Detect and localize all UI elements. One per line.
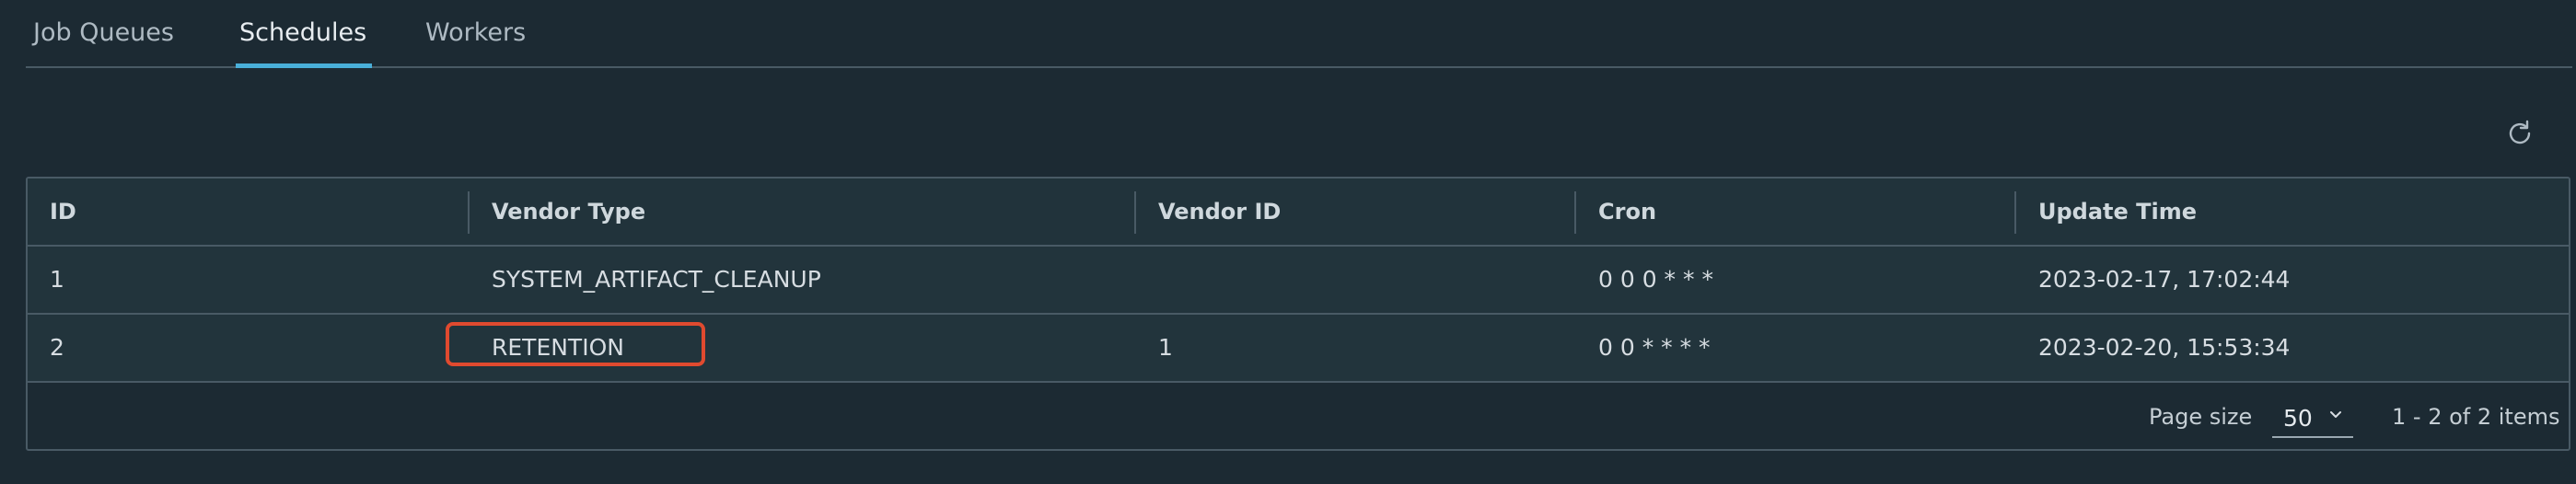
cell-update-time: 2023-02-17, 17:02:44 <box>2038 266 2291 293</box>
schedules-page: Job Queues Schedules Workers ID Vendor T… <box>0 0 2576 484</box>
tab-bar: Job Queues Schedules Workers <box>26 0 2572 68</box>
cell-vendor-id: 1 <box>1158 334 1173 361</box>
column-separator[interactable] <box>2014 191 2016 234</box>
chevron-down-icon <box>2330 411 2341 418</box>
refresh-icon <box>2509 120 2531 144</box>
cell-cron: 0 0 0 * * * <box>1598 266 1713 293</box>
column-header-cron[interactable]: Cron <box>1598 179 1656 245</box>
column-header-vendor-id[interactable]: Vendor ID <box>1158 179 1281 245</box>
column-separator[interactable] <box>468 191 470 234</box>
tab-schedules[interactable]: Schedules <box>239 18 366 47</box>
page-size-value: 50 <box>2283 405 2313 432</box>
column-header-id[interactable]: ID <box>50 179 76 245</box>
column-separator[interactable] <box>1574 191 1576 234</box>
cell-vendor-type: RETENTION <box>492 334 624 361</box>
refresh-button[interactable] <box>2504 118 2535 149</box>
cell-vendor-type: SYSTEM_ARTIFACT_CLEANUP <box>492 266 821 293</box>
column-header-update-time[interactable]: Update Time <box>2038 179 2197 245</box>
table-row[interactable]: 1 SYSTEM_ARTIFACT_CLEANUP 0 0 0 * * * 20… <box>28 247 2569 315</box>
table-row[interactable]: 2 RETENTION 1 0 0 * * * * 2023-02-20, 15… <box>28 315 2569 383</box>
page-size-label: Page size <box>2149 404 2253 430</box>
column-header-vendor-type[interactable]: Vendor Type <box>492 179 645 245</box>
schedules-datagrid: ID Vendor Type Vendor ID Cron Update Tim… <box>26 177 2570 451</box>
cell-id: 2 <box>50 334 64 361</box>
cell-id: 1 <box>50 266 64 293</box>
page-size-select[interactable]: 50 <box>2272 396 2353 438</box>
pagination-info: 1 - 2 of 2 items <box>2392 404 2560 430</box>
tab-job-queues[interactable]: Job Queues <box>33 18 174 47</box>
table-header-row: ID Vendor Type Vendor ID Cron Update Tim… <box>28 179 2569 247</box>
datagrid-footer: Page size 50 1 - 2 of 2 items <box>28 385 2569 449</box>
cell-cron: 0 0 * * * * <box>1598 334 1711 361</box>
column-separator[interactable] <box>1134 191 1136 234</box>
cell-update-time: 2023-02-20, 15:53:34 <box>2038 334 2291 361</box>
tab-workers[interactable]: Workers <box>425 18 526 47</box>
active-tab-indicator <box>236 63 372 68</box>
